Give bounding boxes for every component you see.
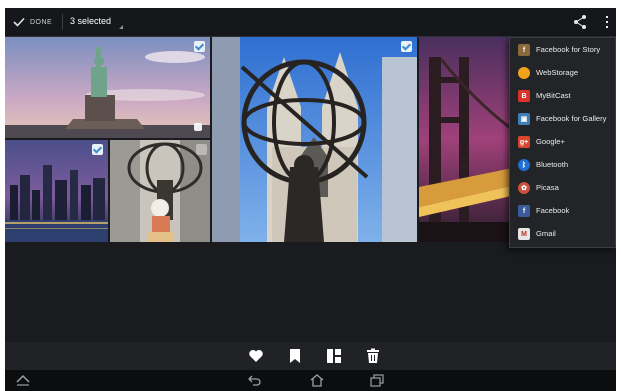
- photo-checkbox[interactable]: [401, 41, 412, 52]
- overflow-menu-button[interactable]: [603, 14, 611, 30]
- share-item-facebook[interactable]: f Facebook: [510, 199, 615, 222]
- home-button[interactable]: [309, 373, 325, 387]
- share-item-facebook-for-gallery[interactable]: ▣ Facebook for Gallery: [510, 107, 615, 130]
- share-item-label: Picasa: [536, 183, 559, 192]
- atlas-cathedral-image: [212, 37, 417, 242]
- share-item-label: Facebook for Story: [536, 45, 601, 54]
- mybitcast-icon: B: [518, 90, 530, 102]
- share-item-mybitcast[interactable]: B MyBitCast: [510, 84, 615, 107]
- photo-checkbox[interactable]: [92, 144, 103, 155]
- done-label: DONE: [30, 18, 53, 26]
- photo-city-skyline-night[interactable]: [5, 140, 108, 242]
- share-item-bluetooth[interactable]: ᛒ Bluetooth: [510, 153, 615, 176]
- city-skyline-image: [5, 140, 108, 242]
- facebook-story-icon: f: [518, 44, 530, 56]
- back-button[interactable]: [247, 373, 263, 387]
- atlas-toy-image: [110, 140, 210, 242]
- home-icon: [310, 374, 324, 387]
- layout-button[interactable]: [326, 348, 342, 364]
- bookmark-icon: [290, 349, 300, 363]
- selection-count[interactable]: 3 selected: [70, 16, 111, 26]
- share-button[interactable]: [572, 14, 588, 30]
- photo-atlas-statue-cathedral[interactable]: [212, 37, 417, 242]
- gmail-icon: M: [518, 228, 530, 240]
- photo-indicator: [194, 123, 202, 131]
- bluetooth-icon: ᛒ: [518, 159, 530, 171]
- favorite-button[interactable]: [248, 348, 264, 364]
- share-item-label: Facebook: [536, 206, 570, 215]
- share-item-label: WebStorage: [536, 68, 579, 77]
- share-item-google-plus[interactable]: g+ Google+: [510, 130, 615, 153]
- photo-atlas-statue-with-toy[interactable]: [110, 140, 210, 242]
- webstorage-icon: [518, 67, 530, 79]
- layout-icon: [327, 349, 341, 363]
- share-item-picasa[interactable]: ✿ Picasa: [510, 176, 615, 199]
- share-item-gmail[interactable]: M Gmail: [510, 222, 615, 245]
- share-item-label: MyBitCast: [536, 91, 571, 100]
- google-plus-icon: g+: [518, 136, 530, 148]
- back-icon: [248, 375, 261, 386]
- trash-icon: [367, 348, 379, 363]
- recent-apps-button[interactable]: [369, 373, 385, 387]
- share-item-label: Facebook for Gallery: [536, 114, 607, 123]
- favorite-icon: [249, 350, 263, 362]
- photo-statue-of-liberty[interactable]: [5, 37, 210, 138]
- bookmark-button[interactable]: [287, 348, 303, 364]
- action-bar: DONE 3 selected: [5, 8, 616, 37]
- share-item-facebook-for-story[interactable]: f Facebook for Story: [510, 38, 615, 61]
- share-menu: f Facebook for Story WebStorage B MyBitC…: [509, 37, 616, 248]
- statue-of-liberty-image: [5, 37, 210, 138]
- overflow-menu-icon: [606, 16, 608, 28]
- recent-apps-icon: [370, 374, 384, 387]
- delete-button[interactable]: [365, 348, 381, 364]
- done-button[interactable]: DONE: [13, 13, 52, 31]
- system-navigation-bar: [5, 370, 616, 391]
- facebook-gallery-icon: ▣: [518, 113, 530, 125]
- gallery-screen: DONE 3 selected f Facebook for Story Web…: [5, 8, 616, 391]
- share-item-label: Bluetooth: [536, 160, 569, 169]
- share-item-label: Google+: [536, 137, 565, 146]
- checkmark-icon: [13, 17, 25, 27]
- picasa-icon: ✿: [518, 182, 530, 194]
- bottom-toolbar: [5, 342, 616, 370]
- share-item-webstorage[interactable]: WebStorage: [510, 61, 615, 84]
- action-bar-divider: [62, 14, 63, 30]
- facebook-icon: f: [518, 205, 530, 217]
- photo-checkbox[interactable]: [196, 144, 207, 155]
- photo-checkbox[interactable]: [194, 41, 205, 52]
- share-icon: [574, 15, 586, 29]
- menu-up-icon: [16, 374, 30, 386]
- share-item-label: Gmail: [536, 229, 556, 238]
- menu-up-button[interactable]: [15, 373, 31, 387]
- selection-dropdown-indicator: [119, 25, 123, 29]
